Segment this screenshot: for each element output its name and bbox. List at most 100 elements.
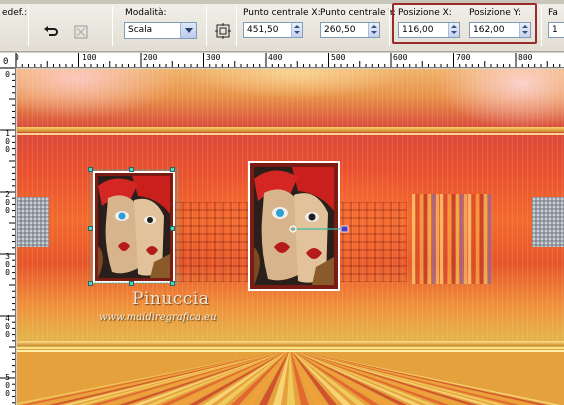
toolbar-separator <box>389 6 390 46</box>
perspective-floor <box>17 349 564 405</box>
stripe <box>488 194 491 284</box>
spin-up-icon[interactable] <box>371 25 377 28</box>
reset-button[interactable] <box>40 21 62 43</box>
toolbar-separator <box>112 6 113 46</box>
stripe <box>448 194 451 284</box>
ruler-left-label: 400 <box>4 315 11 339</box>
stripe <box>416 194 419 284</box>
stripe <box>440 194 443 284</box>
background-glow <box>187 69 407 99</box>
stripe <box>424 194 427 284</box>
transform-handle[interactable] <box>129 281 134 286</box>
ruler-left-digit: 0 <box>5 206 10 215</box>
center-y-label: Punto centrale Y: <box>320 8 396 18</box>
mode-label: Modalità: <box>125 8 167 18</box>
stripe <box>484 194 487 284</box>
tool-options-bar: edef.: Modalità: Scala Punto centrale X:… <box>0 0 564 52</box>
horizontal-band <box>17 341 564 346</box>
watermark-title: Pinuccia <box>132 289 210 309</box>
right-mesh-panel <box>532 197 564 247</box>
center-x-field[interactable]: 451,50 <box>243 22 303 38</box>
ruler-top-label: 300 <box>206 53 221 62</box>
watermark-site: www.maidiregrafica.eu <box>99 312 217 323</box>
ruler-top-label: 700 <box>456 53 471 62</box>
transform-handle[interactable] <box>170 167 175 172</box>
stripe <box>472 194 475 284</box>
spin-up-icon[interactable] <box>294 25 300 28</box>
ruler-left-label: 300 <box>4 253 11 277</box>
no-resample-icon <box>73 24 89 40</box>
ruler-corner: 0 <box>0 53 16 68</box>
ruler-top-label: 100 <box>82 53 97 62</box>
toolbar-separator <box>206 6 207 46</box>
ruler-left-label: 500 <box>4 374 11 398</box>
ruler-left-digit: 0 <box>5 145 10 154</box>
position-highlight-box <box>392 3 537 44</box>
stripe <box>436 194 439 284</box>
center-pick-button[interactable] <box>212 20 234 42</box>
stripe <box>444 194 447 284</box>
center-x-label: Punto centrale X: <box>243 8 321 18</box>
background-glow <box>17 69 177 119</box>
horizontal-band <box>17 127 564 132</box>
center-pick-icon <box>215 23 231 39</box>
ruler-top-label: 500 <box>331 53 346 62</box>
ruler-top-label: 200 <box>143 53 158 62</box>
center-x-spinner[interactable] <box>291 23 302 37</box>
toolbar-separator <box>28 6 29 46</box>
left-mesh-panel <box>17 197 49 247</box>
stripe <box>428 194 431 284</box>
ruler-left-digit: 0 <box>5 389 10 398</box>
toolbar-separator <box>541 6 542 46</box>
ruler-left-label: 0 <box>4 71 11 79</box>
vertical-ruler: 0 100 200 300 400 500 <box>0 68 16 405</box>
spin-down-icon[interactable] <box>294 31 300 34</box>
ruler-left-digit: 0 <box>5 330 10 339</box>
stripe <box>460 194 463 284</box>
cut-field[interactable]: 1 <box>548 22 564 38</box>
ruler-left-digit: 0 <box>5 268 10 277</box>
stripe <box>480 194 483 284</box>
center-y-spinner[interactable] <box>368 23 379 37</box>
ruler-top-label: 0 <box>16 53 19 62</box>
spin-down-icon[interactable] <box>371 31 377 34</box>
rotation-handle[interactable] <box>287 222 357 236</box>
ruler-left-label: 100 <box>4 130 11 154</box>
image-canvas[interactable]: Pinuccia www.maidiregrafica.eu <box>17 69 564 405</box>
striped-panel <box>412 194 491 284</box>
cut-label: Fa <box>548 8 558 18</box>
ruler-left-label: 200 <box>4 191 11 215</box>
horizontal-band <box>17 133 564 135</box>
mode-select[interactable]: Scala <box>124 22 197 39</box>
ruler-left-digit: 0 <box>5 70 10 79</box>
transform-handle[interactable] <box>88 226 93 231</box>
preset-label: edef.: <box>2 8 28 18</box>
horizontal-ruler: 0 100 200 300 400 500 600 700 800 <box>16 53 564 68</box>
transform-handle[interactable] <box>129 167 134 172</box>
center-y-value: 260,50 <box>324 25 356 35</box>
transform-handle[interactable] <box>88 167 93 172</box>
stripe <box>432 194 435 284</box>
stripe <box>468 194 471 284</box>
ruler-top-label: 600 <box>393 53 408 62</box>
svg-text:0: 0 <box>3 57 8 67</box>
dropdown-arrow-icon[interactable] <box>180 23 196 38</box>
mode-value: Scala <box>128 25 153 35</box>
stripe <box>464 194 467 284</box>
transform-handle[interactable] <box>170 281 175 286</box>
cut-value: 1 <box>552 25 558 35</box>
transform-bounding-box[interactable] <box>87 165 183 289</box>
center-y-field[interactable]: 260,50 <box>320 22 380 38</box>
no-resample-button[interactable] <box>70 21 92 43</box>
toolbar-separator <box>236 6 237 46</box>
background-glow <box>437 69 564 129</box>
stripe <box>476 194 479 284</box>
ruler-top-label: 400 <box>268 53 283 62</box>
transform-handle[interactable] <box>88 281 93 286</box>
reset-icon <box>43 25 59 39</box>
center-x-value: 451,50 <box>247 25 279 35</box>
stripe <box>456 194 459 284</box>
stripe <box>412 194 415 284</box>
transform-handle[interactable] <box>170 226 175 231</box>
stripe <box>452 194 455 284</box>
